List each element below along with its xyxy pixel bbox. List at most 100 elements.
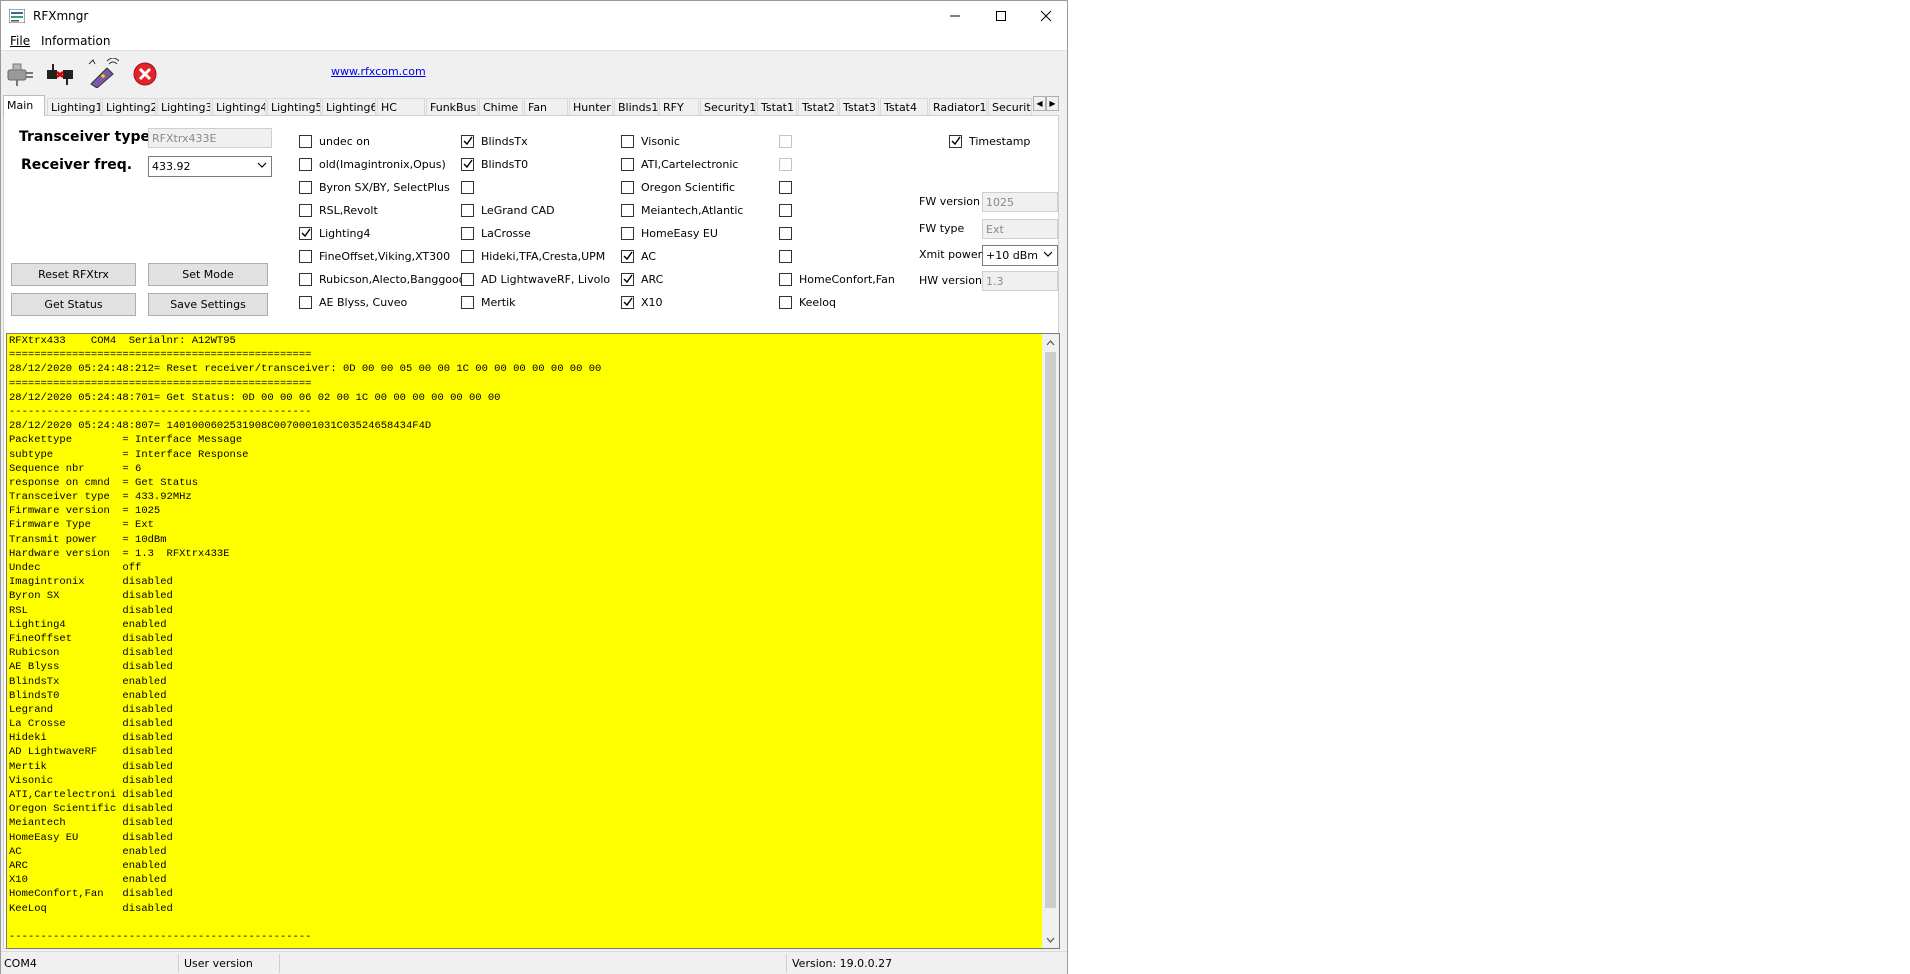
xmit-power-label: Xmit power [919,248,983,261]
receiver-freq-label: Receiver freq. [21,157,133,173]
log-output[interactable]: RFXtrx433 COM4 Serialnr: A12WT95 =======… [6,333,1060,949]
protocol-label: AC [641,250,657,263]
hw-version-field: 1.3 [982,271,1058,291]
checkbox-box [621,135,634,148]
protocol-label: RSL,Revolt [319,204,378,217]
tab-tstat4[interactable]: Tstat4 [880,98,928,116]
log-text: RFXtrx433 COM4 Serialnr: A12WT95 =======… [9,335,602,943]
maximize-icon [996,11,1006,21]
menu-information[interactable]: Information [41,34,110,48]
toolbar: www.rfxcom.com [1,52,1067,94]
window-title: RFXmngr [33,9,89,23]
tab-hc[interactable]: HC [377,98,425,116]
tab-chime[interactable]: Chime [479,98,523,116]
tab-radiator1[interactable]: Radiator1 [929,98,987,116]
checkbox-box [461,273,474,286]
checkbox-box [621,250,634,263]
tab-rfy[interactable]: RFY [659,98,699,116]
checkbox-box [299,181,312,194]
connect-plug-icon[interactable] [5,58,37,88]
protocol-label: Keeloq [799,296,836,309]
maximize-button[interactable] [978,1,1024,31]
checkbox-box [299,227,312,240]
protocol-label: HomeConfort,Fan [799,273,895,286]
transceiver-type-field: RFXtrx433E [148,128,272,148]
tab-lighting6[interactable]: Lighting6 [322,98,376,116]
close-icon [1040,10,1052,22]
fw-version-label: FW version [919,195,980,208]
checkbox-box [461,204,474,217]
protocol-label: LaCrosse [481,227,531,240]
xmit-power-value: +10 dBm [986,249,1038,262]
status-port: COM4 [1,954,179,973]
tab-lighting2[interactable]: Lighting2 [102,98,156,116]
minimize-button[interactable] [932,1,978,31]
protocol-label: HomeEasy EU [641,227,718,240]
chevron-up-icon [1046,339,1055,345]
tab-tstat2[interactable]: Tstat2 [798,98,838,116]
title-bar: RFXmngr [1,1,1067,31]
fw-type-field: Ext [982,219,1058,239]
reset-rfxtrx-button[interactable]: Reset RFXtrx [11,263,136,286]
xmit-power-select[interactable]: +10 dBm [982,245,1058,266]
close-button[interactable] [1023,1,1067,31]
tab-hunter[interactable]: Hunter [569,98,613,116]
tab-lighting5[interactable]: Lighting5 [267,98,321,116]
tab-scroll-left-button[interactable]: ◀ [1033,96,1046,111]
tab-security1[interactable]: Security1 [700,98,756,116]
protocol-label: Visonic [641,135,680,148]
tab-strip: Main Lighting1 Lighting2 Lighting3 Light… [3,95,1059,116]
checkbox-box [621,158,634,171]
hw-version-label: HW version [919,274,982,287]
remote-transmitter-icon[interactable] [87,58,119,88]
rfxcom-link[interactable]: www.rfxcom.com [331,65,426,78]
menu-file[interactable]: File [10,34,30,48]
checkbox-box [461,227,474,240]
tab-lighting1[interactable]: Lighting1 [47,98,101,116]
scroll-down-button[interactable] [1042,931,1059,948]
tab-lighting3[interactable]: Lighting3 [157,98,211,116]
disconnect-plug-icon[interactable] [45,58,77,88]
protocol-label: ARC [641,273,664,286]
checkbox-box [779,227,792,240]
checkbox-box [299,135,312,148]
tab-main[interactable]: Main [3,95,45,116]
checkbox-box [779,296,792,309]
tab-tstat3[interactable]: Tstat3 [839,98,879,116]
tab-funkbus[interactable]: FunkBus [426,98,478,116]
protocol-label: Hideki,TFA,Cresta,UPM [481,250,606,263]
transceiver-type-label: Transceiver type [19,129,150,145]
protocol-label: AD LightwaveRF, Livolo [481,273,611,286]
fw-type-label: FW type [919,222,965,235]
tab-blinds1[interactable]: Blinds1 [614,98,658,116]
tab-fan[interactable]: Fan [524,98,568,116]
protocol-label: Lighting4 [319,227,371,240]
receiver-freq-value: 433.92 [152,160,191,173]
receiver-freq-select[interactable]: 433.92 [148,156,272,177]
checkbox-box [461,250,474,263]
set-mode-button[interactable]: Set Mode [148,263,268,286]
checkbox-box [779,181,792,194]
checkbox-box [299,296,312,309]
scrollbar-thumb[interactable] [1045,352,1056,908]
tab-tstat1[interactable]: Tstat1 [757,98,797,116]
checkbox-box [299,158,312,171]
protocol-label: BlindsT0 [481,158,529,171]
fw-version-field: 1025 [982,192,1058,212]
scroll-up-button[interactable] [1042,334,1059,351]
stop-icon[interactable] [129,58,161,88]
checkmark-icon [301,228,311,238]
status-user-version: User version [181,954,280,973]
protocol-label: Rubicson,Alecto,Banggood [319,273,466,286]
tab-scroll-right-button[interactable]: ▶ [1046,96,1059,111]
log-scrollbar[interactable] [1042,334,1059,948]
checkmark-icon [623,251,633,261]
tab-security2[interactable]: Security2 [988,98,1032,116]
get-status-button[interactable]: Get Status [11,293,136,316]
checkbox-box [779,135,792,148]
save-settings-button[interactable]: Save Settings [148,293,268,316]
protocol-label: AE Blyss, Cuveo [319,296,408,309]
app-window: RFXmngr File Information www.rfxcom.com … [0,0,1068,974]
checkbox-box [299,204,312,217]
tab-lighting4[interactable]: Lighting4 [212,98,266,116]
